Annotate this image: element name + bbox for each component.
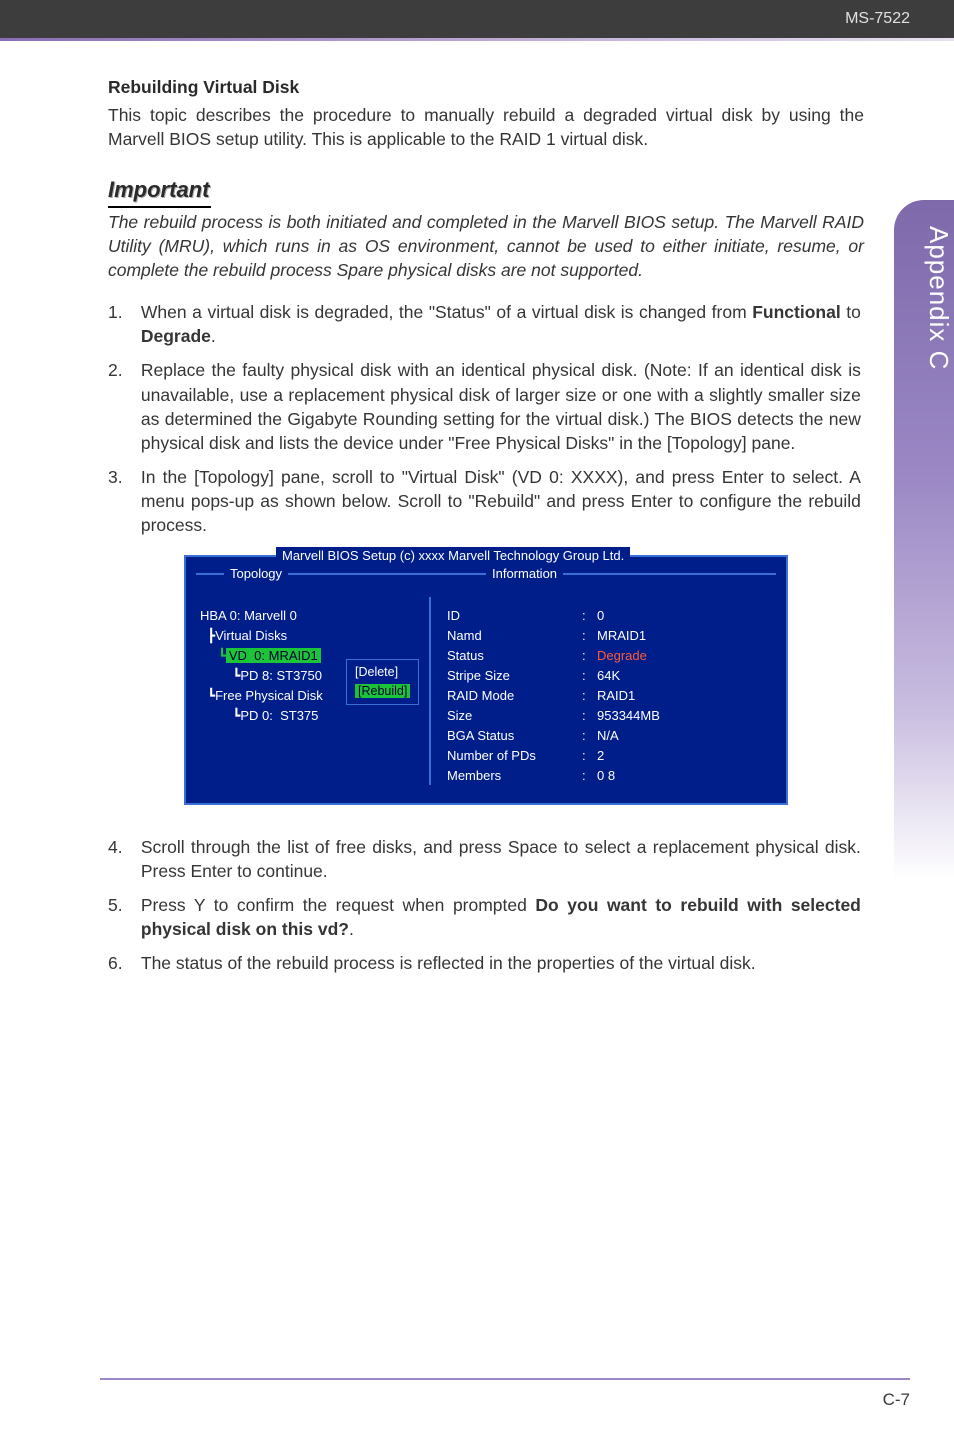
topology-label: Topology xyxy=(224,565,288,583)
info-key: RAID Mode xyxy=(447,687,582,705)
step-4: 4. Scroll through the list of free disks… xyxy=(108,835,864,883)
information-label: Information xyxy=(486,565,563,583)
info-val: 953344MB xyxy=(597,707,786,725)
step-1: 1. When a virtual disk is degraded, the … xyxy=(108,300,864,348)
tree-pd0: ┗PD 0: ST375 xyxy=(200,707,429,725)
bios-title: Marvell BIOS Setup (c) xxxx Marvell Tech… xyxy=(276,547,630,565)
info-val: 64K xyxy=(597,667,786,685)
info-table: ID:0 Namd:MRAID1 Status:Degrade Stripe S… xyxy=(447,607,786,784)
step-num: 3. xyxy=(108,465,136,489)
side-tab-label: Appendix C xyxy=(924,226,954,370)
steps-before-figure: 1. When a virtual disk is degraded, the … xyxy=(108,300,864,537)
info-val-degrade: Degrade xyxy=(597,647,786,665)
info-key: ID xyxy=(447,607,582,625)
info-val: 0 xyxy=(597,607,786,625)
page-content: Rebuilding Virtual Disk This topic descr… xyxy=(0,41,954,976)
tree-hba: HBA 0: Marvell 0 xyxy=(200,607,429,625)
info-key: Members xyxy=(447,767,582,785)
step-3: 3. In the [Topology] pane, scroll to "Vi… xyxy=(108,465,864,537)
step-body: Scroll through the list of free disks, a… xyxy=(141,835,861,883)
info-key: Number of PDs xyxy=(447,747,582,765)
info-val: N/A xyxy=(597,727,786,745)
section-title: Rebuilding Virtual Disk xyxy=(108,75,864,99)
step-5: 5. Press Y to confirm the request when p… xyxy=(108,893,864,941)
page-number: C-7 xyxy=(883,1390,910,1410)
info-val: 0 8 xyxy=(597,767,786,785)
step-body: Press Y to confirm the request when prom… xyxy=(141,893,861,941)
bios-screenshot: Marvell BIOS Setup (c) xxxx Marvell Tech… xyxy=(184,555,788,804)
steps-after-figure: 4. Scroll through the list of free disks… xyxy=(108,835,864,976)
step-2: 2. Replace the faulty physical disk with… xyxy=(108,358,864,455)
footer-rule xyxy=(100,1378,910,1380)
information-pane: ID:0 Namd:MRAID1 Status:Degrade Stripe S… xyxy=(431,597,786,784)
info-key: Namd xyxy=(447,627,582,645)
important-heading: Important xyxy=(108,175,211,207)
context-menu: [Delete] [Rebuild] xyxy=(346,659,419,705)
step-body: The status of the rebuild process is ref… xyxy=(141,951,861,975)
step-body: Replace the faulty physical disk with an… xyxy=(141,358,861,455)
step-num: 5. xyxy=(108,893,136,917)
header-model: MS-7522 xyxy=(845,10,910,27)
step-body: In the [Topology] pane, scroll to "Virtu… xyxy=(141,465,861,537)
step-num: 2. xyxy=(108,358,136,382)
step-6: 6. The status of the rebuild process is … xyxy=(108,951,864,975)
step-num: 1. xyxy=(108,300,136,324)
topology-pane: HBA 0: Marvell 0 ┣Virtual Disks ┗VD 0: M… xyxy=(186,597,431,784)
menu-rebuild[interactable]: [Rebuild] xyxy=(355,683,410,700)
intro-paragraph: This topic describes the procedure to ma… xyxy=(108,103,864,151)
bios-box: Marvell BIOS Setup (c) xxxx Marvell Tech… xyxy=(184,555,788,804)
info-key: BGA Status xyxy=(447,727,582,745)
step-body: When a virtual disk is degraded, the "St… xyxy=(141,300,861,348)
important-text: The rebuild process is both initiated an… xyxy=(108,210,864,282)
bios-inner-border: Topology Information xyxy=(196,573,776,575)
tree-vdisks: ┣Virtual Disks xyxy=(200,627,429,645)
step-num: 6. xyxy=(108,951,136,975)
info-key: Size xyxy=(447,707,582,725)
info-key: Stripe Size xyxy=(447,667,582,685)
info-val: RAID1 xyxy=(597,687,786,705)
info-val: MRAID1 xyxy=(597,627,786,645)
step-num: 4. xyxy=(108,835,136,859)
info-key: Status xyxy=(447,647,582,665)
tree-vd0-selected[interactable]: VD 0: MRAID1 xyxy=(226,648,321,663)
header-bar: MS-7522 xyxy=(0,0,954,38)
menu-delete[interactable]: [Delete] xyxy=(355,664,410,681)
side-tab: Appendix C xyxy=(894,200,954,880)
info-val: 2 xyxy=(597,747,786,765)
